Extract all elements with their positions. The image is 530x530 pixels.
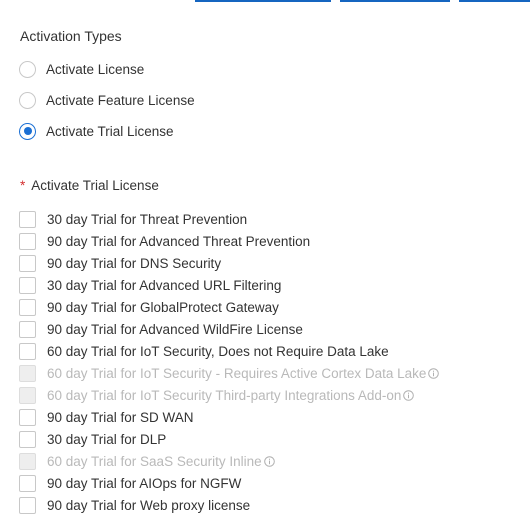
info-icon[interactable]	[403, 389, 415, 401]
checkbox-label: 30 day Trial for Threat Prevention	[47, 211, 248, 227]
radio-button-selected[interactable]	[19, 122, 36, 140]
checkbox-label: 90 day Trial for AIOps for NGFW	[47, 475, 242, 491]
checkbox	[19, 364, 36, 382]
checkbox[interactable]	[19, 496, 36, 514]
radio-activate-trial-license[interactable]: Activate Trial License	[19, 121, 174, 141]
radio-label: Activate Feature License	[46, 92, 195, 108]
info-icon[interactable]	[263, 455, 275, 467]
checkbox[interactable]	[19, 254, 36, 272]
radio-activate-license[interactable]: Activate License	[19, 59, 144, 79]
trial-license-option[interactable]: 90 day Trial for Advanced Threat Prevent…	[19, 230, 519, 252]
checkbox-label: 30 day Trial for DLP	[47, 431, 167, 447]
top-tab-3[interactable]	[459, 0, 530, 2]
trial-license-option[interactable]: 60 day Trial for IoT Security, Does not …	[19, 340, 519, 362]
activation-types-title: Activation Types	[20, 28, 122, 44]
trial-license-option[interactable]: 30 day Trial for DLP	[19, 428, 519, 450]
checkbox-label: 30 day Trial for Advanced URL Filtering	[47, 277, 282, 293]
checkbox-label: 90 day Trial for Advanced WildFire Licen…	[47, 321, 303, 337]
trial-license-option[interactable]: 90 day Trial for SD WAN	[19, 406, 519, 428]
trial-license-option: 60 day Trial for IoT Security - Requires…	[19, 362, 519, 384]
checkbox-label: 90 day Trial for DNS Security	[47, 255, 222, 271]
checkbox-label: 60 day Trial for IoT Security Third-part…	[47, 387, 402, 403]
info-icon[interactable]	[428, 367, 440, 379]
trial-license-option[interactable]: 30 day Trial for Advanced URL Filtering	[19, 274, 519, 296]
trial-license-option: 60 day Trial for SaaS Security Inline	[19, 450, 519, 472]
checkbox	[19, 452, 36, 470]
radio-button[interactable]	[19, 60, 36, 78]
trial-license-option[interactable]: 90 day Trial for AIOps for NGFW	[19, 472, 519, 494]
trial-license-option[interactable]: 30 day Trial for Threat Prevention	[19, 208, 519, 230]
checkbox-label: 90 day Trial for SD WAN	[47, 409, 194, 425]
checkbox-label: 90 day Trial for GlobalProtect Gateway	[47, 299, 279, 315]
top-tab-1[interactable]	[195, 0, 331, 2]
trial-license-checkbox-list: 30 day Trial for Threat Prevention 90 day…	[19, 208, 519, 516]
checkbox-label: 60 day Trial for IoT Security, Does not …	[47, 343, 389, 359]
trial-license-field-label: * Activate Trial License	[20, 177, 159, 195]
checkbox[interactable]	[19, 276, 36, 294]
checkbox-label: 90 day Trial for Web proxy license	[47, 497, 251, 513]
checkbox[interactable]	[19, 320, 36, 338]
checkbox-label: 90 day Trial for Advanced Threat Prevent…	[47, 233, 311, 249]
checkbox[interactable]	[19, 474, 36, 492]
radio-label: Activate Trial License	[46, 123, 174, 139]
checkbox[interactable]	[19, 210, 36, 228]
top-tab-2[interactable]	[340, 0, 450, 2]
checkbox	[19, 386, 36, 404]
trial-license-option[interactable]: 90 day Trial for GlobalProtect Gateway	[19, 296, 519, 318]
trial-license-option: 60 day Trial for IoT Security Third-part…	[19, 384, 519, 406]
radio-button[interactable]	[19, 91, 36, 109]
trial-license-title: Activate Trial License	[31, 178, 159, 193]
radio-label: Activate License	[46, 61, 145, 77]
radio-activate-feature-license[interactable]: Activate Feature License	[19, 90, 195, 110]
checkbox[interactable]	[19, 430, 36, 448]
checkbox[interactable]	[19, 408, 36, 426]
required-asterisk: *	[20, 178, 26, 193]
trial-license-option[interactable]: 90 day Trial for Web proxy license	[19, 494, 519, 516]
checkbox-label: 60 day Trial for SaaS Security Inline	[47, 453, 262, 469]
checkbox[interactable]	[19, 342, 36, 360]
radio-dot	[23, 127, 32, 135]
checkbox[interactable]	[19, 232, 36, 250]
trial-license-option[interactable]: 90 day Trial for DNS Security	[19, 252, 519, 274]
trial-license-option[interactable]: 90 day Trial for Advanced WildFire Licen…	[19, 318, 519, 340]
checkbox[interactable]	[19, 298, 36, 316]
checkbox-label: 60 day Trial for IoT Security - Requires…	[47, 365, 427, 381]
